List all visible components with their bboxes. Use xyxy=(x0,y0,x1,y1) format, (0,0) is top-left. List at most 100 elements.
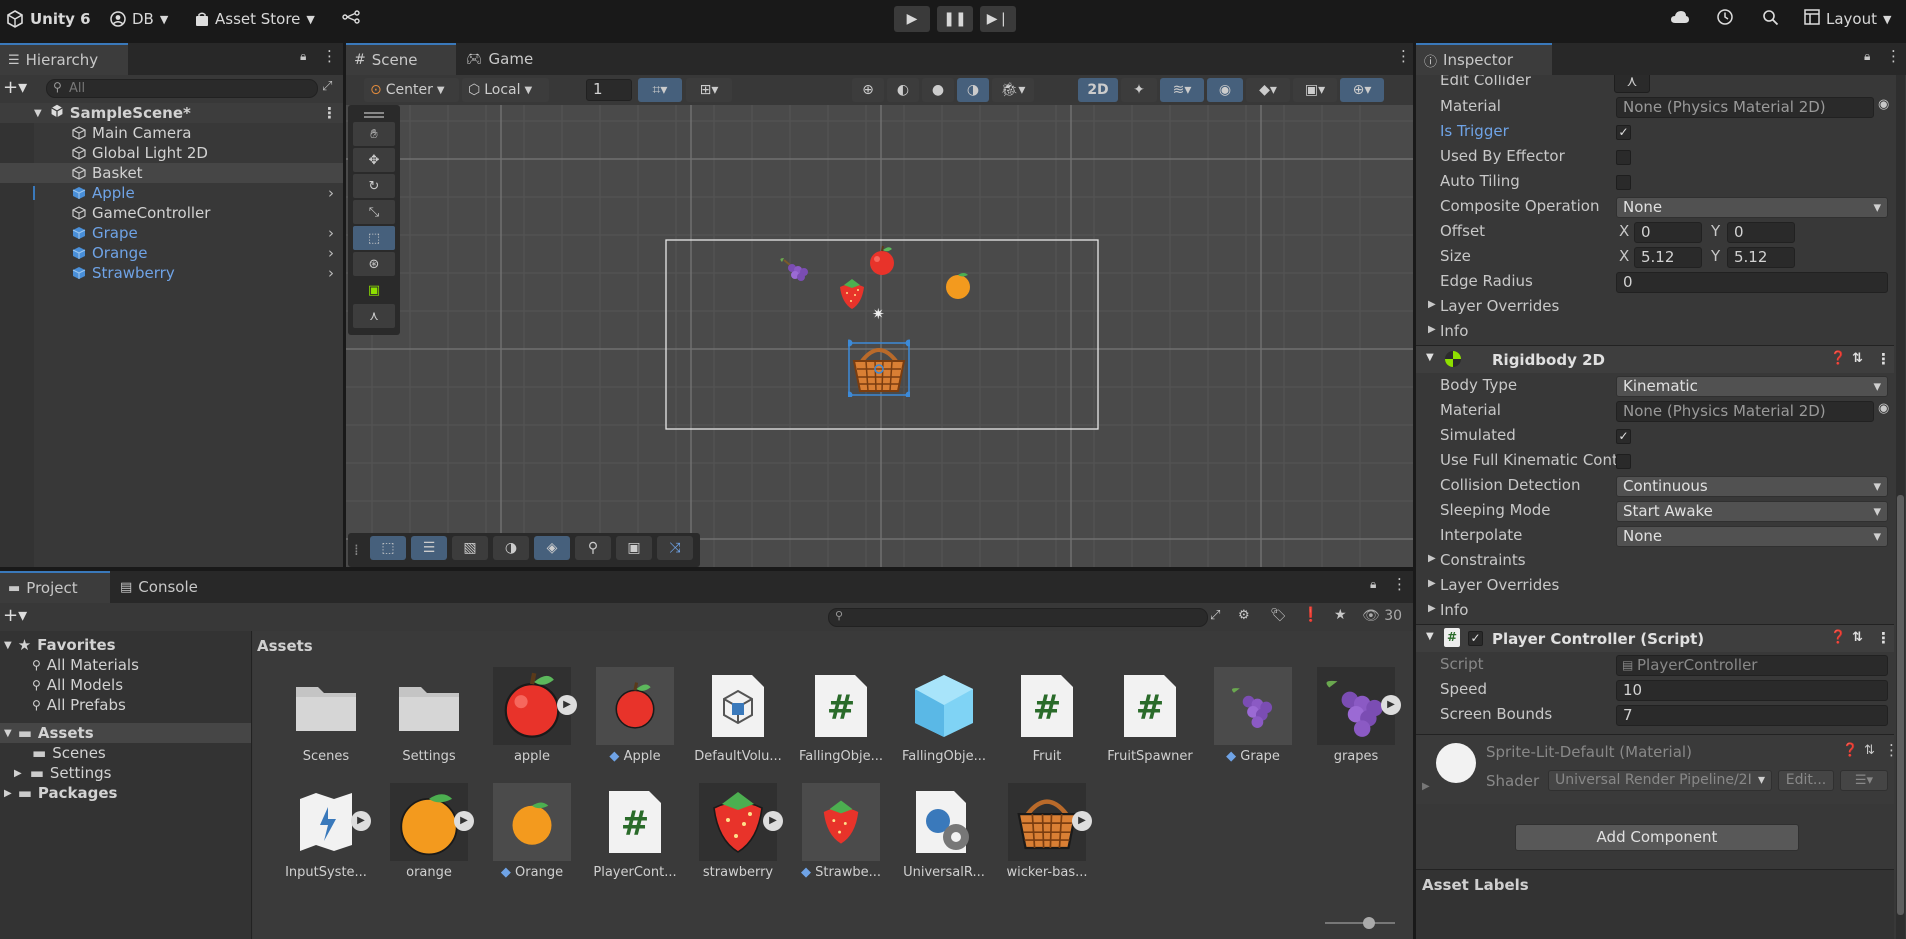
shader-options-button[interactable]: ☰▾ xyxy=(1840,770,1888,791)
interpolate-dropdown[interactable]: None xyxy=(1616,526,1888,547)
overlay-drag-handle[interactable]: ⁞ xyxy=(354,541,359,559)
asset-item[interactable]: ◆ Grape xyxy=(1208,667,1298,764)
slider-thumb[interactable] xyxy=(1363,917,1375,929)
folder-scenes[interactable]: ▬ Scenes xyxy=(0,743,251,763)
full-kinematic-checkbox[interactable] xyxy=(1616,454,1631,469)
more-options-icon[interactable]: ⋮ xyxy=(1876,350,1891,368)
transform-tool-button[interactable]: ⊛ xyxy=(353,252,395,276)
hierarchy-item-grape[interactable]: Grape › xyxy=(0,223,343,243)
body-type-dropdown[interactable]: Kinematic xyxy=(1616,376,1888,397)
favorite-all-models[interactable]: ⚲ All Models xyxy=(0,675,251,695)
scene-viewport[interactable]: ✷ ✋︎ ✥ ↻ ⤡ ⬚ ⊛ ▣ ⋏ ⁞ ⬚ ☰ ▧ ◑ ◈ ⚲ ▣ ⤨ xyxy=(346,105,1413,567)
chevron-right-icon[interactable]: › xyxy=(328,224,334,242)
favorite-all-materials[interactable]: ⚲ All Materials xyxy=(0,655,251,675)
collider-info-foldout[interactable]: ▶ Info xyxy=(1416,320,1894,345)
light-gizmo-icon[interactable]: ✷ xyxy=(872,306,888,322)
hierarchy-item-global-light[interactable]: Global Light 2D xyxy=(0,143,343,163)
orange-sprite[interactable] xyxy=(942,269,974,301)
gizmos-button[interactable]: ⊕▾ xyxy=(1340,78,1384,102)
more-options-icon[interactable]: ⋮ xyxy=(1886,47,1901,65)
more-options-icon[interactable]: ⋮ xyxy=(1396,47,1411,65)
pause-button[interactable]: ❚❚ xyxy=(937,6,973,32)
expand-sprite-icon[interactable]: ▶ xyxy=(557,695,577,715)
used-by-effector-checkbox[interactable] xyxy=(1616,150,1631,165)
favorite-all-prefabs[interactable]: ⚲ All Prefabs xyxy=(0,695,251,715)
auto-tiling-checkbox[interactable] xyxy=(1616,175,1631,190)
pivot-dropdown[interactable]: ⊙ Center ▼ xyxy=(364,78,459,102)
tab-console[interactable]: ▤ Console xyxy=(112,571,222,603)
hierarchy-search-field[interactable]: ⚲ All xyxy=(46,79,318,98)
collider-edit-tool-button[interactable]: ▣ xyxy=(353,278,395,302)
asset-item[interactable]: Settings xyxy=(384,667,474,764)
rotate-tool-button[interactable]: ↻ xyxy=(353,174,395,198)
sleeping-mode-dropdown[interactable]: Start Awake xyxy=(1616,501,1888,522)
shader-edit-button[interactable]: Edit... xyxy=(1778,770,1834,791)
object-picker-icon[interactable]: ◉ xyxy=(1878,401,1889,416)
material-preview[interactable] xyxy=(1436,743,1476,783)
asset-item[interactable]: ◆ Strawbe... xyxy=(796,783,886,880)
search-filter-icon[interactable]: ⤢ xyxy=(1210,608,1220,623)
asset-item[interactable]: # FallingObje... xyxy=(796,667,886,764)
simulated-checkbox[interactable]: ✓ xyxy=(1616,429,1631,444)
presets-icon[interactable]: ⇅ xyxy=(1852,630,1863,645)
add-component-button[interactable]: Add Component xyxy=(1515,824,1799,851)
overlay-grid-button[interactable]: ▧ xyxy=(452,536,488,560)
tab-hierarchy[interactable]: ☰ Hierarchy xyxy=(0,43,128,75)
assets-folder[interactable]: ▼ ▬ Assets xyxy=(0,723,251,743)
project-search-field[interactable]: ⚲ xyxy=(828,608,1208,627)
more-options-icon[interactable]: ⋮ xyxy=(1392,575,1407,593)
tab-inspector[interactable]: ⓘ Inspector xyxy=(1416,43,1552,75)
rigidbody2d-header[interactable]: ▼ Rigidbody 2D ❓ ⇅ ⋮ xyxy=(1416,345,1894,373)
play-button[interactable]: ▶ xyxy=(894,6,930,32)
inspector-scrollbar[interactable] xyxy=(1896,75,1905,939)
edge-radius-field[interactable]: 0 xyxy=(1616,272,1888,293)
asset-item[interactable]: # Fruit xyxy=(1002,667,1092,764)
layout-dropdown[interactable]: Layout ▼ xyxy=(1804,0,1891,38)
foldout-arrow-icon[interactable]: ▶ xyxy=(1422,781,1430,792)
presets-icon[interactable]: ⇅ xyxy=(1852,351,1863,366)
expand-sprite-icon[interactable]: ▶ xyxy=(1072,811,1092,831)
shader-dropdown[interactable]: Universal Render Pipeline/2I xyxy=(1548,770,1772,791)
more-options-icon[interactable]: ⋮ xyxy=(1884,741,1894,759)
rb-layer-overrides-foldout[interactable]: ▶ Layer Overrides xyxy=(1416,574,1894,599)
lighting-toggle-button[interactable]: ✦ xyxy=(1121,78,1157,102)
version-control-button[interactable] xyxy=(342,0,360,38)
step-button[interactable]: ▶❘ xyxy=(980,6,1016,32)
move-tool-button[interactable]: ✥ xyxy=(353,148,395,172)
tab-game[interactable]: 🎮︎ Game xyxy=(458,43,548,75)
history-button[interactable] xyxy=(1716,0,1734,38)
asset-item[interactable]: Scenes xyxy=(281,667,371,764)
component-enabled-checkbox[interactable]: ✓ xyxy=(1468,631,1483,646)
label-filter-icon[interactable]: 🏷︎ xyxy=(1270,608,1287,623)
type-filter-icon[interactable]: ⚙ xyxy=(1238,608,1250,623)
help-icon[interactable]: ❓ xyxy=(1842,743,1858,758)
asset-item[interactable]: ◆ Apple xyxy=(590,667,680,764)
composite-operation-dropdown[interactable]: None xyxy=(1616,197,1888,218)
hierarchy-item-apple[interactable]: Apple › xyxy=(0,183,343,203)
asset-item[interactable]: FallingObje... xyxy=(899,667,989,764)
strawberry-sprite[interactable] xyxy=(836,277,868,311)
speed-field[interactable]: 10 xyxy=(1616,680,1888,701)
shading-lit-button[interactable]: ◑ xyxy=(957,78,989,102)
asset-item[interactable]: ▶ strawberry xyxy=(693,783,783,880)
favorite-star-icon[interactable]: ★ xyxy=(1334,607,1347,623)
search-options-icon[interactable]: ⤢ xyxy=(322,79,332,94)
is-trigger-checkbox[interactable]: ✓ xyxy=(1616,125,1631,140)
overlay-shading-button[interactable]: ◑ xyxy=(493,536,529,560)
create-icon[interactable]: +▾ xyxy=(3,605,27,626)
custom-tool-button[interactable]: ⋏ xyxy=(353,304,395,328)
asset-item[interactable]: ◆ Orange xyxy=(487,783,577,880)
collider-layer-overrides-foldout[interactable]: ▶ Layer Overrides xyxy=(1416,295,1894,320)
tab-scene[interactable]: # Scene xyxy=(346,43,456,75)
space-dropdown[interactable]: ⬡ Local ▼ xyxy=(462,78,549,102)
asset-item[interactable]: DefaultVolu... xyxy=(693,667,783,764)
asset-item[interactable]: # FruitSpawner xyxy=(1105,667,1195,764)
chevron-right-icon[interactable]: › xyxy=(328,264,334,282)
asset-item[interactable]: # PlayerCont... xyxy=(590,783,680,880)
edit-collider-button[interactable]: ⋏ xyxy=(1614,75,1650,93)
basket-sprite[interactable] xyxy=(845,339,913,399)
hierarchy-item-gamecontroller[interactable]: GameController xyxy=(0,203,343,223)
hidden-count-toggle[interactable]: 👁︎ 30 xyxy=(1362,608,1402,624)
asset-item[interactable]: ▶ wicker-bas... xyxy=(1002,783,1092,880)
thumbnail-size-slider[interactable] xyxy=(1325,917,1395,929)
